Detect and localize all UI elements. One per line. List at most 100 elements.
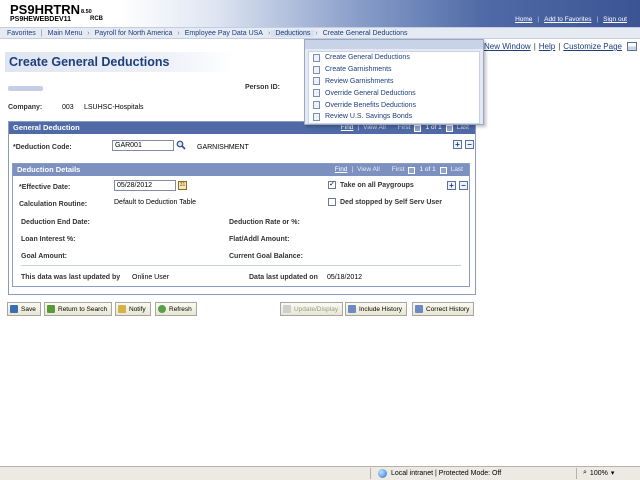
menu-item-review-garnishments[interactable]: Review Garnishments <box>309 76 479 88</box>
dropdown-list: Create General Deductions Create Garnish… <box>308 51 480 124</box>
last-updated-by-value: Online User <box>132 274 169 281</box>
return-to-search-button[interactable]: Return to Search <box>44 302 113 316</box>
chevron-down-icon: ▾ <box>610 470 615 477</box>
help-link[interactable]: Help <box>539 42 555 51</box>
security-zone-text: Local intranet | Protected Mode: Off <box>391 470 502 477</box>
document-icon <box>313 89 320 98</box>
take-on-all-paygroups-checkbox[interactable]: ✓ <box>328 181 336 189</box>
deduction-rate-label: Deduction Rate or %: <box>229 219 300 226</box>
nav-favorites[interactable]: Favorites <box>3 30 40 37</box>
divider <box>21 265 461 266</box>
deduction-code-label: *Deduction Code: <box>13 144 72 151</box>
app-header: PS9HRTRN 8.50 PS9HEWEBDEV11 RCB Home | A… <box>0 0 640 27</box>
zoom-icon: ⌕ <box>583 469 587 476</box>
refresh-icon <box>158 305 166 313</box>
goal-amount-label: Goal Amount: <box>21 253 68 260</box>
row-count: 1 of 1 <box>419 166 436 173</box>
notify-button[interactable]: Notify <box>115 302 151 316</box>
menu-item-create-general-deductions[interactable]: Create General Deductions <box>309 52 479 64</box>
next-icon[interactable] <box>445 124 453 132</box>
nav-payroll[interactable]: Payroll for North America <box>91 30 177 37</box>
home-link[interactable]: Home <box>510 16 537 23</box>
zoom-control[interactable]: ⌕ 100% ▾ <box>583 469 614 477</box>
document-icon <box>313 53 320 62</box>
calendar-icon[interactable]: 31 <box>178 181 187 190</box>
database-suffix: RCB <box>90 16 103 22</box>
page-links: New Window | Help | Customize Page <box>484 42 637 51</box>
effective-date-input[interactable]: 05/28/2012 <box>114 180 176 191</box>
first-link[interactable]: First <box>392 164 405 176</box>
lookup-icon[interactable] <box>176 140 186 150</box>
document-icon <box>313 77 320 86</box>
menu-item-override-general-deductions[interactable]: Override General Deductions <box>309 87 479 99</box>
customize-page-link[interactable]: Customize Page <box>563 42 622 51</box>
ded-stopped-checkbox[interactable] <box>328 198 336 206</box>
page-title: Create General Deductions <box>9 55 170 69</box>
effective-date-label: *Effective Date: <box>19 184 71 191</box>
prev-icon[interactable] <box>414 124 422 132</box>
globe-icon <box>378 469 387 478</box>
database-name: PS9HEWEBDEV11 <box>10 16 72 23</box>
calculation-routine-value: Default to Deduction Table <box>114 199 196 206</box>
deduction-details-header: Deduction Details Find | View All First … <box>13 164 469 176</box>
nav-deductions[interactable]: Deductions <box>271 29 315 37</box>
return-icon <box>47 305 55 313</box>
menu-item-review-savings-bonds[interactable]: Review U.S. Savings Bonds <box>309 111 479 123</box>
document-icon <box>313 101 320 110</box>
breadcrumb-bar: Favorites | Main Menu › Payroll for Nort… <box>0 27 640 39</box>
add-to-favorites-link[interactable]: Add to Favorites <box>539 16 596 23</box>
company-label: Company: <box>8 104 43 111</box>
app-title: PS9HRTRN <box>10 2 81 17</box>
last-updated-by-label: This data was last updated by <box>21 274 121 281</box>
delete-row-button[interactable]: − <box>465 140 474 149</box>
deduction-code-description: GARNISHMENT <box>197 144 249 151</box>
sign-out-link[interactable]: Sign out <box>598 16 632 23</box>
app-version: 8.50 <box>81 9 92 15</box>
calculation-routine-label: Calculation Routine: <box>19 201 88 208</box>
menu-item-create-garnishments[interactable]: Create Garnishments <box>309 64 479 76</box>
deduction-code-input[interactable]: GAR001 <box>112 140 174 151</box>
include-history-button[interactable]: Include History <box>345 302 407 316</box>
header-links: Home | Add to Favorites | Sign out <box>510 16 632 23</box>
add-row-button[interactable]: + <box>453 140 462 149</box>
view-all-link[interactable]: View All <box>357 164 380 176</box>
refresh-button[interactable]: Refresh <box>155 302 197 316</box>
flat-amount-label: Flat/Addl Amount: <box>229 236 290 243</box>
personalize-icon[interactable] <box>627 42 637 51</box>
general-deduction-panel: General Deduction Find | View All First … <box>8 121 476 295</box>
dropdown-header <box>305 40 483 49</box>
company-name: LSUHSC-Hospitals <box>84 104 144 111</box>
deduction-details-title: Deduction Details <box>17 165 81 174</box>
save-button[interactable]: Save <box>7 302 41 316</box>
page-title-bar: Create General Deductions <box>5 52 234 72</box>
take-on-all-paygroups-label: Take on all Paygroups <box>340 182 414 189</box>
delete-row-button[interactable]: − <box>459 181 468 190</box>
nav-main-menu[interactable]: Main Menu <box>44 30 87 37</box>
update-icon <box>283 305 291 313</box>
document-icon <box>313 112 320 121</box>
save-icon <box>10 305 18 313</box>
security-zone[interactable]: Local intranet | Protected Mode: Off <box>378 469 501 478</box>
last-updated-on-value: 05/18/2012 <box>327 274 363 281</box>
prev-icon[interactable] <box>408 166 416 174</box>
redacted-employee-name <box>8 86 43 91</box>
new-window-link[interactable]: New Window <box>484 42 531 51</box>
menu-item-override-benefits-deductions[interactable]: Override Benefits Deductions <box>309 99 479 111</box>
add-row-button[interactable]: + <box>447 181 456 190</box>
correct-history-button[interactable]: Correct History <box>412 302 475 316</box>
nav-employee-pay-data[interactable]: Employee Pay Data USA <box>181 30 267 37</box>
find-link[interactable]: Find <box>335 164 348 176</box>
zoom-level: 100% <box>589 469 608 477</box>
loan-interest-label: Loan Interest %: <box>21 236 76 243</box>
company-code: 003 <box>62 104 74 111</box>
next-icon[interactable] <box>439 166 447 174</box>
general-deduction-title: General Deduction <box>13 123 80 132</box>
last-link[interactable]: Last <box>451 164 463 176</box>
update-display-button[interactable]: Update/Display <box>280 302 344 316</box>
correct-history-icon <box>415 305 423 313</box>
envelope-icon <box>118 305 126 313</box>
last-updated-on-label: Data last updated on <box>249 274 318 281</box>
deduction-details-nav: Find | View All First 1 of 1 Last <box>335 164 463 176</box>
browser-status-bar: Local intranet | Protected Mode: Off ⌕ 1… <box>0 466 640 480</box>
ded-stopped-label: Ded stopped by Self Serv User <box>340 199 442 206</box>
